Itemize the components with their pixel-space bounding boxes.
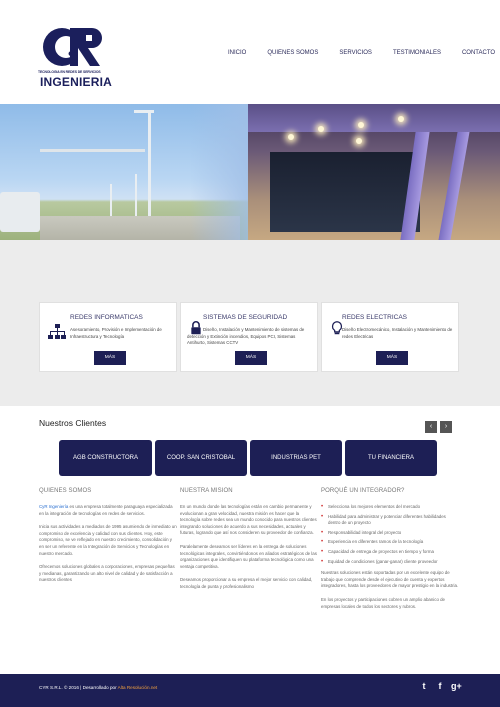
about-paragraph: CyR Ingeniería es una empresa totalmente… <box>39 504 173 516</box>
list-item: Equidad de condiciones (ganar-ganar) cli… <box>321 559 459 566</box>
network-icon <box>48 324 66 339</box>
list-item: Experiencia en diferentes ramos de la te… <box>321 539 459 546</box>
nav-item-quienes-somos[interactable]: QUIENES SOMOS <box>267 50 318 56</box>
mission-paragraph: Deseamos proporcionar a su empresa el me… <box>180 577 313 589</box>
list-item: Capacidad de entrega de proyectos en tie… <box>321 549 459 556</box>
company-link[interactable]: CyR Ingeniería <box>39 504 68 509</box>
about-column: QUIENES SOMOS CyR Ingeniería es una empr… <box>39 488 177 591</box>
list-item: Habilidad para administrar y potenciar d… <box>321 514 459 527</box>
more-button[interactable]: MÁS <box>235 351 267 365</box>
mission-column: NUESTRA MISION En un mundo donde las tec… <box>180 488 318 598</box>
client-card-coop-san-cristobal[interactable]: COOP. SAN CRISTOBAL <box>155 440 247 476</box>
client-card-tu-financiera[interactable]: TU FINANCIERA <box>345 440 437 476</box>
clients-title: Nuestros Clientes <box>39 418 107 428</box>
why-paragraph: En los proyectos y participaciones cobre… <box>321 596 445 609</box>
service-description: Diseño Electromecánico, Instalación y Ma… <box>342 327 453 339</box>
service-title: REDES ELECTRICAS <box>342 314 408 321</box>
nav-item-testimoniales[interactable]: TESTIMONIALES <box>393 50 441 56</box>
hero-banner <box>0 104 500 240</box>
service-title: REDES INFORMATICAS <box>70 314 143 321</box>
nav-item-contacto[interactable]: CONTACTO <box>462 50 495 56</box>
more-button[interactable]: MÁS <box>376 351 408 365</box>
logo-tagline: TECNOLOGIA EN REDES DE SERVICIOS <box>38 70 101 74</box>
about-paragraph: Ofrecemos soluciones globales a corporac… <box>39 564 175 583</box>
cyr-logo-icon: & <box>43 28 102 66</box>
mission-paragraph: En un mundo donde las tecnologías están … <box>180 504 317 536</box>
why-list: Selecciona los mejores elementos del mer… <box>321 504 459 565</box>
twitter-icon[interactable]: t <box>419 681 429 691</box>
service-card-sistemas-seguridad: SISTEMAS DE SEGURIDAD Diseño, Instalació… <box>180 302 318 372</box>
hero-image-building <box>248 104 500 240</box>
footer: CYR S.R.L. © 2016 | Desarrollado por Alt… <box>0 674 500 707</box>
svg-text:&: & <box>68 45 77 59</box>
service-card-redes-informaticas: REDES INFORMATICAS Asesoramiento, Provis… <box>39 302 177 372</box>
nav-item-servicios[interactable]: SERVICIOS <box>339 50 372 56</box>
copyright-text: CYR S.R.L. © 2016 | Desarrollado por Alt… <box>39 685 158 690</box>
client-card-industrias-pet[interactable]: INDUSTRIAS PET <box>250 440 342 476</box>
service-card-redes-electricas: REDES ELECTRICAS Diseño Electromecánico,… <box>321 302 459 372</box>
developer-link[interactable]: Alta Resolución.net <box>118 685 158 690</box>
about-title: QUIENES SOMOS <box>39 488 92 494</box>
nav-item-inicio[interactable]: INICIO <box>228 50 246 56</box>
chevron-left-icon[interactable]: ‹ <box>425 421 437 433</box>
social-links: t f g+ <box>419 681 462 691</box>
service-description: Asesoramiento, Provisión e Implementació… <box>70 327 162 339</box>
list-item: Responsabilidad integral del proyecto <box>321 530 459 537</box>
client-card-agb[interactable]: AGB CONSTRUCTORA <box>59 440 152 476</box>
google-plus-icon[interactable]: g+ <box>451 681 462 691</box>
mission-paragraph: Paralelamente deseamos ser líderes en la… <box>180 543 317 569</box>
facebook-icon[interactable]: f <box>435 681 445 691</box>
about-paragraph: Inicia sus actividades a mediados de 199… <box>39 524 177 556</box>
main-nav: INICIO QUIENES SOMOS SERVICIOS TESTIMONI… <box>228 50 495 56</box>
why-title: PORQUÉ UN INTEGRADOR? <box>321 488 405 494</box>
more-button[interactable]: MÁS <box>94 351 126 365</box>
logo-brand: INGENIERIA <box>40 75 113 89</box>
header: & TECNOLOGIA EN REDES DE SERVICIOS INGEN… <box>0 0 500 104</box>
logo[interactable]: & TECNOLOGIA EN REDES DE SERVICIOS INGEN… <box>38 26 118 89</box>
hero-image-streetlights <box>0 104 248 240</box>
list-item: Selecciona los mejores elementos del mer… <box>321 504 459 511</box>
mission-title: NUESTRA MISION <box>180 488 233 494</box>
why-paragraph: Nuestras soluciones están soportadas por… <box>321 570 459 589</box>
service-title: SISTEMAS DE SEGURIDAD <box>203 314 288 321</box>
chevron-right-icon[interactable]: › <box>440 421 452 433</box>
carousel-controls: ‹ › <box>425 421 452 433</box>
service-description: Diseño, Instalación y Mantenimiento de s… <box>187 327 305 346</box>
why-integrator-column: PORQUÉ UN INTEGRADOR? Selecciona los mej… <box>321 488 459 617</box>
